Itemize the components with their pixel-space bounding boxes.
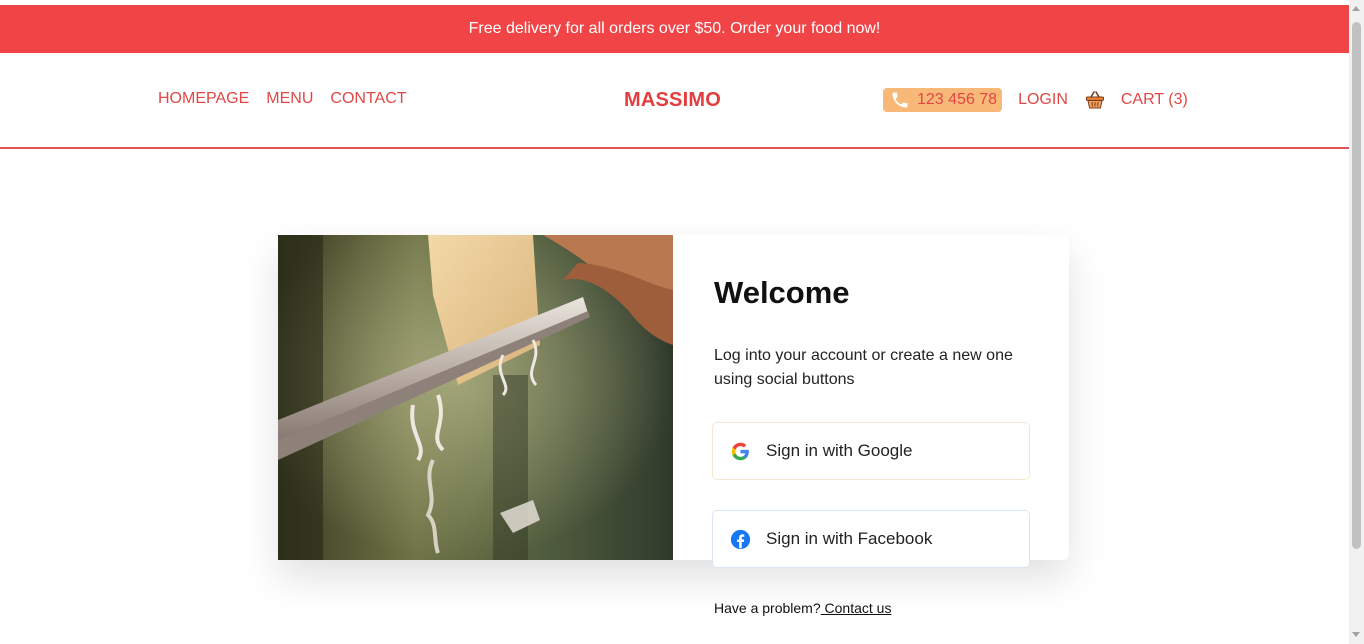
contact-us-link[interactable]: Contact us: [821, 600, 892, 616]
cheese-grating-photo: [278, 235, 673, 560]
scrollbar-thumb[interactable]: [1352, 22, 1361, 549]
google-signin-label: Sign in with Google: [766, 441, 913, 460]
login-link[interactable]: LOGIN: [1018, 91, 1068, 109]
problem-text: Have a problem?: [714, 600, 821, 616]
scroll-up-arrow-icon[interactable]: [1352, 6, 1360, 11]
primary-nav: HOMEPAGE MENU CONTACT: [158, 90, 407, 108]
phone-number: 123 456 78: [917, 91, 998, 108]
facebook-signin-button[interactable]: Sign in with Facebook: [712, 510, 1030, 568]
site-logo[interactable]: MASSIMO: [624, 89, 721, 112]
facebook-icon: [729, 528, 751, 550]
help-line: Have a problem? Contact us: [714, 600, 891, 616]
login-description: Log into your account or create a new on…: [714, 347, 1013, 388]
basket-icon[interactable]: [1085, 90, 1105, 110]
google-signin-button[interactable]: Sign in with Google: [712, 422, 1030, 480]
secondary-nav: 123 456 78 LOGIN CART (3): [883, 88, 1188, 112]
nav-contact-link[interactable]: CONTACT: [330, 90, 406, 108]
site-header: HOMEPAGE MENU CONTACT MASSIMO 123 456 78…: [0, 53, 1349, 149]
google-icon: [729, 440, 751, 462]
page: Free delivery for all orders over $50. O…: [0, 0, 1349, 644]
phone-icon: [892, 92, 908, 108]
scroll-down-arrow-icon[interactable]: [1352, 632, 1360, 637]
login-panel: Welcome Log into your account or create …: [712, 235, 1044, 635]
promo-text: Free delivery for all orders over $50. O…: [468, 20, 881, 37]
cart-link[interactable]: CART (3): [1121, 91, 1188, 109]
facebook-signin-label: Sign in with Facebook: [766, 529, 933, 548]
phone-badge[interactable]: 123 456 78: [883, 88, 1003, 112]
promo-banner: Free delivery for all orders over $50. O…: [0, 5, 1349, 53]
welcome-title: Welcome: [714, 275, 850, 310]
nav-menu-link[interactable]: MENU: [266, 90, 313, 108]
login-card: Welcome Log into your account or create …: [278, 235, 1069, 568]
nav-homepage-link[interactable]: HOMEPAGE: [158, 90, 249, 108]
vertical-scrollbar[interactable]: [1349, 0, 1364, 644]
